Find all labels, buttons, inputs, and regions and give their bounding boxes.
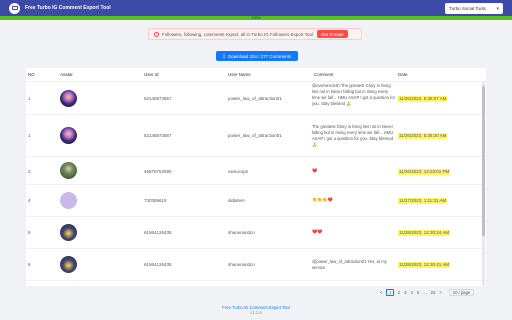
comment-text: 👏👏👏❤️ xyxy=(312,197,333,202)
comment-date: 11/28/2023, 12:30:24 AM xyxy=(398,230,450,236)
column-header-no: NO xyxy=(28,72,35,77)
user-id: 730359615 xyxy=(144,198,167,203)
footer-version: v1.1.6 xyxy=(250,310,262,315)
comments-table: NO Avatar User Id User Name Comment Date… xyxy=(26,68,486,286)
row-number: 5 xyxy=(28,230,31,235)
avatar xyxy=(60,224,77,241)
table-scrollbar[interactable] xyxy=(482,82,485,286)
download-comments-button[interactable]: ⤓ Download 224 / 277 Comments xyxy=(216,51,298,61)
row-number: 4 xyxy=(28,198,31,203)
info-circle-icon: ! xyxy=(154,31,159,37)
progress-text: 100% xyxy=(251,16,261,20)
column-header-date: Date xyxy=(398,72,408,77)
pagination: < 1 2 3 4 5 ... 23 > 10 / page xyxy=(380,289,475,296)
row-number: 6 xyxy=(28,262,31,267)
chevron-down-icon: ▾ xyxy=(496,5,499,12)
promo-alert-text: Followers, following, comments export, a… xyxy=(162,31,313,37)
comment-text: @power_law_of_attraction01 Yes, at my se… xyxy=(312,259,387,270)
download-label: Download 224 / 277 Comments xyxy=(228,53,292,59)
next-page-button[interactable]: > xyxy=(439,290,441,295)
user-id: 46576752590 xyxy=(144,169,172,174)
column-header-comment: Comment xyxy=(314,72,334,77)
turbo-social-tools-dropdown[interactable]: Turbo Social Tools ▾ xyxy=(445,3,503,14)
table-row: 4 730359615 didistem 👏👏👏❤️ 11/27/2023, 1… xyxy=(26,185,486,217)
comment-date: 11/26/2023, 5:36:20 AM xyxy=(398,133,448,139)
get-it-now-label: Get It Now! xyxy=(320,31,344,37)
page-3-button[interactable]: 3 xyxy=(404,290,406,295)
comment-date: 11/27/2023, 1:11:31 AM xyxy=(398,198,448,204)
table-row: 1 52146873567 power_law_of_attraction01 … xyxy=(26,115,486,157)
page-size-select[interactable]: 10 / page xyxy=(448,289,475,296)
app-logo-icon xyxy=(9,2,20,14)
user-name: sharwoandco xyxy=(228,262,255,267)
comment-date: 11/26/2023, 12:23:01 PM xyxy=(398,169,451,175)
column-header-user-name: User Name xyxy=(228,72,251,77)
user-id: 52146873567 xyxy=(144,133,172,138)
table-row: 5 61564126435 sharwoandco ❤️❤️ 11/28/202… xyxy=(26,217,486,249)
avatar xyxy=(60,127,77,144)
user-name: sharwoandco xyxy=(228,230,255,235)
promo-alert: ! Followers, following, comments export,… xyxy=(148,28,362,40)
table-row: 1 52146873567 power_law_of_attraction01 … xyxy=(26,82,486,115)
user-name: power_law_of_attraction01 xyxy=(228,133,282,138)
user-id: 61564126435 xyxy=(144,262,172,267)
user-name: nwnocxpn xyxy=(228,169,249,174)
row-number: 1 xyxy=(28,133,31,138)
page-5-button[interactable]: 5 xyxy=(417,290,419,295)
app-title: Free Turbo IG Comment Export Tool xyxy=(25,5,111,11)
avatar xyxy=(60,162,77,179)
footer: Free Turbo IG Comment Export Tool v1.1.6 xyxy=(0,305,512,315)
page-1-button[interactable]: 1 xyxy=(386,289,394,296)
row-number: 1 xyxy=(28,96,31,101)
scrollbar-thumb[interactable] xyxy=(482,86,485,236)
download-icon: ⤓ xyxy=(222,53,226,59)
avatar xyxy=(60,192,77,209)
user-id: 61564126435 xyxy=(144,230,172,235)
get-it-now-button[interactable]: Get It Now! xyxy=(316,30,348,38)
page-23-button[interactable]: 23 xyxy=(431,290,436,295)
comment-text: ❤️❤️ xyxy=(312,229,323,234)
prev-page-button[interactable]: < xyxy=(380,290,382,295)
page-2-button[interactable]: 2 xyxy=(398,290,400,295)
user-name: power_law_of_attraction01 xyxy=(228,96,282,101)
comment-date: 11/26/2023, 5:35:07 AM xyxy=(398,96,448,102)
page-4-button[interactable]: 4 xyxy=(410,290,412,295)
comment-date: 11/28/2023, 12:30:41 AM xyxy=(398,262,450,268)
table-row: 6 61564126435 sharwoandco @power_law_of_… xyxy=(26,249,486,281)
row-number: 2 xyxy=(28,169,31,174)
comment-text: @everwrecksh The greatest Glory in livin… xyxy=(312,83,396,106)
tools-dropdown-label: Turbo Social Tools xyxy=(449,6,486,11)
avatar xyxy=(60,256,77,273)
column-header-avatar: Avatar xyxy=(60,72,73,77)
user-id: 52146873567 xyxy=(144,96,172,101)
avatar xyxy=(60,90,77,107)
table-row: 2 46576752590 nwnocxpn ❤️ 11/26/2023, 12… xyxy=(26,157,486,185)
user-name: didistem xyxy=(228,198,245,203)
page-ellipsis[interactable]: ... xyxy=(423,290,427,295)
comment-text: ❤️ xyxy=(312,168,318,173)
table-header: NO Avatar User Id User Name Comment Date xyxy=(26,68,486,82)
column-header-user-id: User Id xyxy=(144,72,159,77)
comment-text: The greatest Glory in living lies not in… xyxy=(312,124,394,147)
top-bar: Free Turbo IG Comment Export Tool Turbo … xyxy=(0,0,512,16)
